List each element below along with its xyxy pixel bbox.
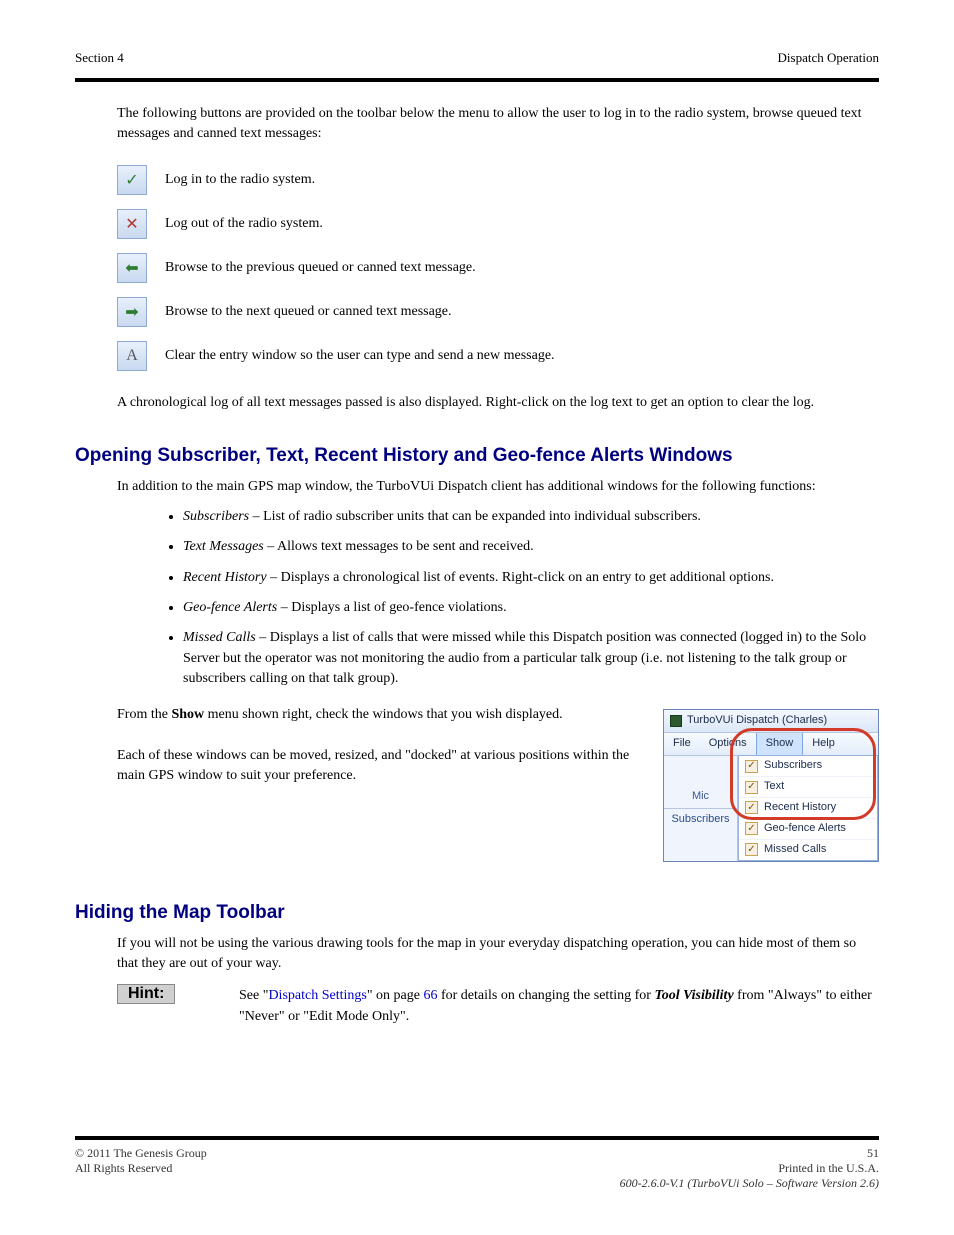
menu-options[interactable]: Options (700, 733, 756, 755)
check-icon: ✓ (745, 801, 758, 814)
text-run: From the (117, 707, 171, 722)
text-run: " on page (367, 988, 424, 1003)
log-out-icon: ✕ (117, 209, 147, 239)
prev-icon: ⬅ (117, 253, 147, 283)
show-item-recent-history[interactable]: ✓ Recent History (739, 798, 877, 819)
item-desc: – Allows text messages to be sent and re… (264, 539, 534, 554)
next-desc: Browse to the next queued or canned text… (165, 304, 452, 320)
check-icon: ✓ (745, 781, 758, 794)
log-note: A chronological log of all text messages… (117, 393, 879, 413)
footer-page: 51 (867, 1146, 879, 1161)
show-item-text[interactable]: ✓ Text (739, 777, 877, 798)
prev-desc: Browse to the previous queued or canned … (165, 260, 476, 276)
footer-printed: Printed in the U.S.A. (778, 1161, 879, 1176)
show-item-geofence[interactable]: ✓ Geo-fence Alerts (739, 819, 877, 840)
menu-file[interactable]: File (664, 733, 700, 755)
next-icon: ➡ (117, 297, 147, 327)
list-item: Text Messages – Allows text messages to … (183, 537, 879, 557)
list-item: Subscribers – List of radio subscriber u… (183, 507, 879, 527)
extra-windows-heading: Opening Subscriber, Text, Recent History… (75, 445, 879, 467)
show-item-missed-calls[interactable]: ✓ Missed Calls (739, 840, 877, 860)
menu-show[interactable]: Show (756, 733, 804, 755)
show-item-subscribers[interactable]: ✓ Subscribers (739, 756, 877, 777)
show-menu-screenshot: TurboVUi Dispatch (Charles) File Options… (663, 709, 879, 862)
show-item-label: Subscribers (764, 758, 822, 774)
list-item: Recent History – Displays a chronologica… (183, 568, 879, 588)
text-run: for details on changing the setting for (437, 988, 654, 1003)
item-desc: – List of radio subscriber units that ca… (249, 509, 701, 524)
show-item-label: Text (764, 779, 784, 795)
item-label: Missed Calls (183, 630, 256, 645)
text-run: menu shown right, check the windows that… (204, 707, 563, 722)
log-in-icon: ✓ (117, 165, 147, 195)
menu-help[interactable]: Help (803, 733, 844, 755)
extra-windows-intro: In addition to the main GPS map window, … (117, 477, 879, 497)
footer-rights: All Rights Reserved (75, 1161, 172, 1176)
show-item-label: Geo-fence Alerts (764, 821, 846, 837)
footer-copyright: © 2011 The Genesis Group (75, 1146, 207, 1161)
hiding-toolbar-heading: Hiding the Map Toolbar (75, 902, 879, 924)
dispatch-settings-link[interactable]: Dispatch Settings (268, 988, 366, 1003)
header-section: Section 4 (75, 50, 124, 66)
item-label: Subscribers (183, 509, 249, 524)
menu-name-bold: Show (171, 707, 204, 722)
hint-label: Hint: (117, 984, 175, 1004)
footer-rule (75, 1136, 879, 1140)
show-dropdown: ✓ Subscribers ✓ Text ✓ Recent History ✓ Geo-… (738, 755, 878, 861)
item-desc: – Displays a chronological list of event… (267, 570, 774, 585)
check-icon: ✓ (745, 843, 758, 856)
clear-desc: Clear the entry window so the user can t… (165, 348, 555, 364)
mic-panel: Mic (664, 756, 737, 808)
check-icon: ✓ (745, 760, 758, 773)
item-desc: – Displays a list of calls that were mis… (183, 630, 866, 686)
header-rule (75, 78, 879, 82)
clear-icon: A (117, 341, 147, 371)
log-in-desc: Log in to the radio system. (165, 172, 315, 188)
check-icon: ✓ (745, 822, 758, 835)
window-title: TurboVUi Dispatch (Charles) (687, 713, 827, 729)
item-label: Geo-fence Alerts (183, 600, 277, 615)
item-label: Recent History (183, 570, 267, 585)
header-title: Dispatch Operation (778, 50, 879, 66)
show-item-label: Missed Calls (764, 842, 826, 858)
app-icon (670, 715, 682, 727)
hint-body: See "Dispatch Settings" on page 66 for d… (239, 986, 879, 1027)
footer-doc: 600-2.6.0-V.1 (TurboVUi Solo – Software … (620, 1176, 879, 1191)
page-link[interactable]: 66 (423, 988, 437, 1003)
show-item-label: Recent History (764, 800, 836, 816)
item-desc: – Displays a list of geo-fence violation… (277, 600, 506, 615)
tool-visibility-name: Tool Visibility (654, 988, 733, 1003)
list-item: Geo-fence Alerts – Displays a list of ge… (183, 598, 879, 618)
subscribers-tab[interactable]: Subscribers (664, 808, 737, 831)
text-run: See " (239, 988, 268, 1003)
list-item: Missed Calls – Displays a list of calls … (183, 628, 879, 689)
hiding-toolbar-paragraph: If you will not be using the various dra… (117, 934, 879, 975)
log-out-desc: Log out of the radio system. (165, 216, 323, 232)
intro-paragraph: The following buttons are provided on th… (117, 104, 879, 145)
item-label: Text Messages (183, 539, 264, 554)
